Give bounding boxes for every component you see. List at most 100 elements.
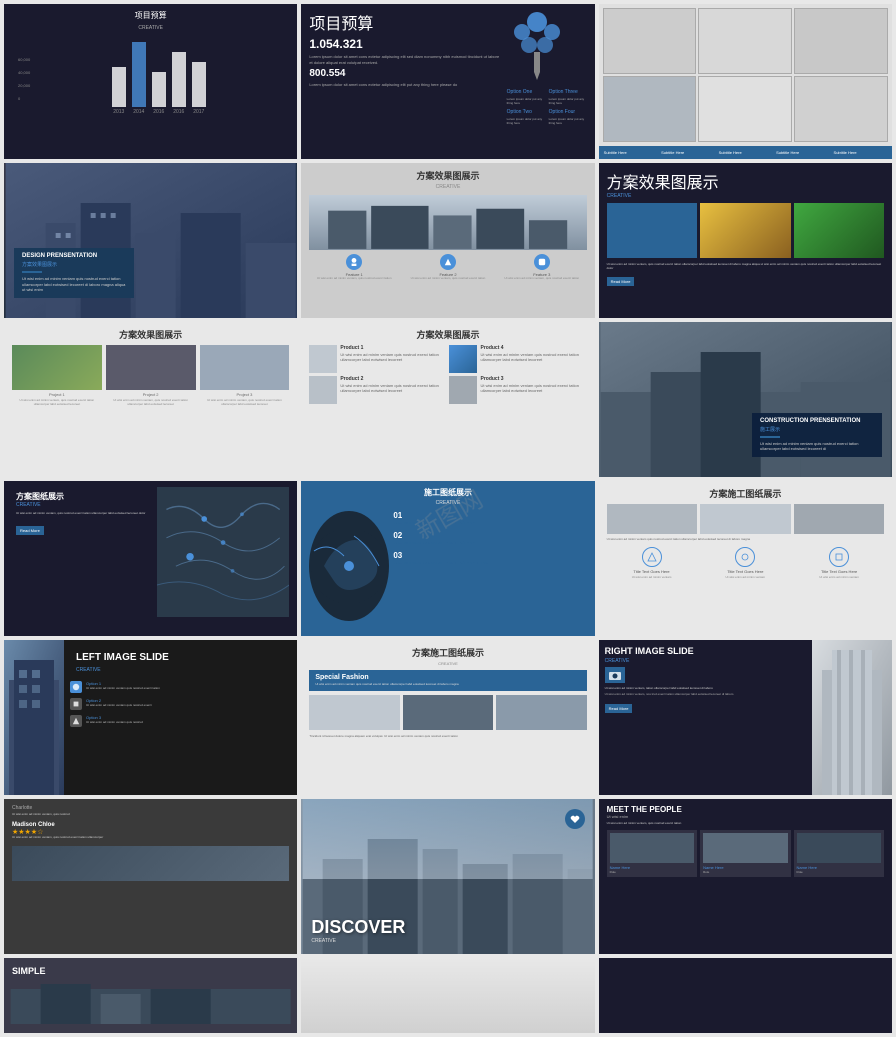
icon-label-1: Title Text Goes Here — [632, 569, 672, 574]
product-3: Product 3 Ut wisi enim ad minim veniam q… — [449, 376, 586, 404]
sub-cell-3: Subtitle Here — [718, 149, 773, 156]
feature-1-icon — [346, 254, 362, 270]
charlotte-label: Charlotte — [12, 805, 289, 811]
y-label-4: 0 — [18, 96, 30, 101]
icon-2 — [735, 547, 755, 567]
slide2-number1: 1.054.321 — [309, 37, 500, 51]
project-3: Project 3 Ut wisi enim ad minim veniam, … — [200, 345, 290, 406]
slide-right-image: RIGHT IMAGE SLIDE CREATIVE Ut wisi enim … — [599, 640, 892, 795]
sub-cell-4: Subtitle Here — [775, 149, 830, 156]
slide6-read-more[interactable]: Read More — [607, 277, 635, 286]
meet-img-3 — [797, 833, 881, 863]
right-slide-layout: RIGHT IMAGE SLIDE CREATIVE Ut wisi enim … — [599, 640, 892, 795]
x-label-2: 2014 — [132, 109, 146, 115]
feature-1-desc: Ut wisi enim ad minim veniam, quis nostr… — [309, 277, 399, 281]
map-display — [157, 487, 289, 617]
overlay-title: DESIGN PRENSENTATION — [22, 253, 126, 259]
slide5-building — [309, 195, 586, 250]
prod-text-1: Ut wisi enim ad minim veniam quis nostru… — [340, 352, 446, 362]
bottom-row: SIMPLE — [0, 958, 896, 1037]
discover-bg: DISCOVER CREATIVE — [301, 799, 594, 954]
right-slide-desc: Ut wisi enim ad minim veniam, tation ull… — [605, 686, 806, 690]
slide-construction-numbered: 施工图纸展示 CREATIVE 01 LOREM IPSUM COLOR S — [301, 481, 594, 636]
feature-3-desc: Ut wisi enim ad minim veniam, quis nostr… — [497, 277, 587, 281]
slide2-desc1: Lorem ipsum dolor sit amet cons ectetur … — [309, 54, 500, 65]
meet-card-2: Name Here Role — [700, 830, 790, 877]
left-building — [4, 640, 64, 795]
feature-2-icon — [440, 254, 456, 270]
icon-item-2: Title Text Goes Here Ut wisi enim ad min… — [725, 547, 765, 579]
feature-3: Feature 3 Ut wisi enim ad minim veniam, … — [497, 254, 587, 281]
option-three: Option Three — [549, 89, 587, 95]
slide-effect-dark: 方案效果图展示 CREATIVE Ut wisi enim ad minim v… — [599, 163, 892, 318]
y-label-3: 20,000 — [18, 83, 30, 88]
arch-img-2 — [700, 504, 790, 534]
slide14-bottom-text: Tincidunt id laoreet dolore magna aliqua… — [309, 734, 586, 738]
slide2-options: Option One Lorem ipsum dolor put any thi… — [507, 89, 587, 125]
slide10-btn[interactable]: Read More — [16, 526, 44, 535]
slide-meet-people: MEET THE PEOPLE Ut wisi enim Ut wisi eni… — [599, 799, 892, 954]
arch-box-4 — [698, 76, 792, 142]
arch-box-5 — [794, 8, 888, 74]
slide1-subtitle: CREATIVE — [12, 25, 289, 31]
tree-icon — [507, 10, 567, 80]
x-label-3: 2016 — [152, 109, 166, 115]
project-2: Project 2 Ut wisi enim ad minim veniam, … — [106, 345, 196, 406]
sub-cell-1: Subtitle Here — [603, 149, 658, 156]
slide14-subtitle: CREATIVE — [309, 661, 586, 666]
slide-construction: CONSTRUCTION PRENSENTATION 施工展示 Ut wisi … — [599, 322, 892, 477]
prod-title-2: Product 2 — [340, 376, 446, 382]
slide12-title: 方案施工图纸展示 — [607, 487, 884, 500]
arch-box-2 — [603, 76, 697, 142]
icon-1 — [642, 547, 662, 567]
option-3-icon — [70, 715, 82, 727]
right-slide-btn[interactable]: Read More — [605, 704, 633, 713]
option-2-content: Option 2 Ut wisi enim ad minim veniam qu… — [86, 698, 291, 708]
charlotte-quote: Ut wisi enim ad minim veniam, quis nostr… — [12, 813, 289, 817]
meet-grid: Name Here Role Name Here Role Name Here … — [607, 830, 884, 877]
heart-button[interactable] — [565, 809, 585, 829]
testimonial-1: Madison Chloe ★★★★☆ Ut wisi enim ad mini… — [12, 822, 289, 840]
special-fashion-box: Special Fashion Ut wisi enim ad minim ve… — [309, 670, 586, 691]
num-list: 01 LOREM IPSUM COLOR SIT AMET PUT ANY 02… — [393, 511, 586, 621]
option-row-2: Option 2 Ut wisi enim ad minim veniam qu… — [70, 698, 291, 710]
proj-img-1 — [12, 345, 102, 390]
option-1-content: Option 1 Ut wisi enim ad minim veniam qu… — [86, 681, 291, 691]
num-1: 01 — [393, 511, 586, 520]
product-grid: Product 1 Ut wisi enim ad minim veniam q… — [309, 345, 586, 404]
option-1-desc: Ut wisi enim ad minim veniam quis nostru… — [86, 687, 291, 691]
feature-2: Feature 2 Ut wisi enim ad minim veniam, … — [403, 254, 493, 281]
feature-3-icon — [534, 254, 550, 270]
person-img — [12, 846, 289, 881]
prod-img-1 — [309, 345, 337, 373]
num-item-3: 03 LOREM IPSUM COLOR SIT AMET PUT ANY TH… — [393, 551, 586, 565]
sub-cell-5: Subtitle Here — [833, 149, 888, 156]
arch-img-1 — [607, 504, 697, 534]
slide6-title: 方案效果图展示 — [607, 169, 884, 193]
prod-title-3: Product 3 — [480, 376, 586, 382]
right-building — [812, 640, 892, 795]
slide11-subtitle: CREATIVE — [309, 500, 586, 506]
slide2-desc2: Lorem ipsum dolor sit amet cons ectetur … — [309, 82, 500, 88]
slide5-subtitle: CREATIVE — [309, 184, 586, 190]
construction-desc: Ut wisi enim ad minim veniam quis nostru… — [760, 441, 874, 452]
slide-testimonials: Charlotte Ut wisi enim ad minim veniam, … — [4, 799, 297, 954]
overlay-desc: Ut wisi enim ad minim veniam quis nostru… — [22, 276, 126, 293]
camera-icon — [605, 667, 625, 683]
num-label-2: LOREM IPSUM COLOR SIT AMET PUT ANY — [393, 540, 586, 545]
circular-map — [309, 511, 389, 621]
product-1: Product 1 Ut wisi enim ad minim veniam q… — [309, 345, 446, 373]
prod-text-3: Ut wisi enim ad minim veniam quis nostru… — [480, 383, 586, 393]
slide-plan-dark: 方案图纸展示 CREATIVE Ut wisi enim ad minim ve… — [4, 481, 297, 636]
slide10-desc: Ut wisi enim ad minim veniam, quis nostr… — [16, 511, 148, 515]
meet-desc: Ut wisi enim ad minim veniam, quis nostr… — [607, 822, 884, 826]
arch-box-1 — [603, 8, 697, 74]
left-slide-creative: CREATIVE — [70, 667, 291, 673]
map-svg — [157, 487, 289, 617]
arch-grid — [599, 4, 892, 146]
construction-overlay: CONSTRUCTION PRENSENTATION 施工展示 Ut wisi … — [752, 413, 882, 457]
icon-label-3: Title Text Goes Here — [819, 569, 859, 574]
arch-box-3 — [698, 8, 792, 74]
right-image-panel — [812, 640, 892, 795]
proj-label-1: Project 1 — [12, 392, 102, 397]
